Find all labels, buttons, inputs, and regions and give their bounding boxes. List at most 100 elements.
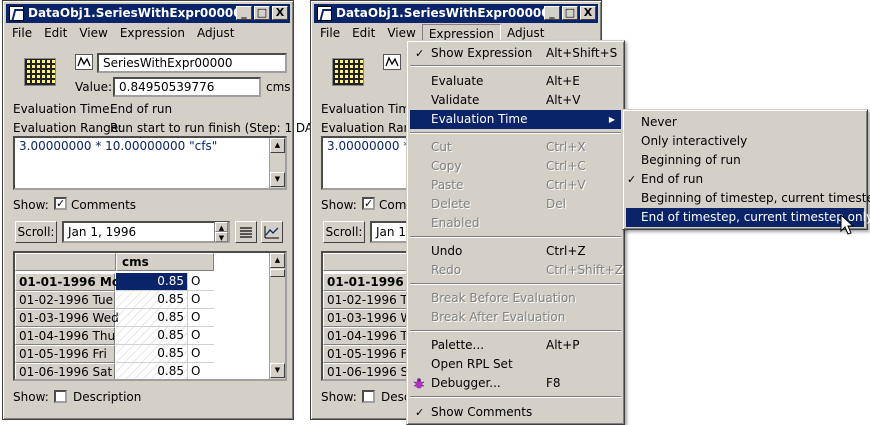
scroll-up-icon[interactable]: ▲	[270, 253, 285, 268]
menu-item-cut[interactable]: Cut Ctrl+X	[410, 138, 621, 157]
scroll-thumb[interactable]	[270, 269, 285, 277]
menu-item-paste[interactable]: Paste Ctrl+V	[410, 176, 621, 195]
menu-item-break-after[interactable]: Break After Evaluation	[410, 308, 621, 327]
column-header-cms[interactable]: cms	[116, 253, 214, 271]
menu-adjust[interactable]: Adjust	[191, 24, 241, 42]
expression-editor[interactable]: 3.00000000 * 10.00000000 "cfs"	[13, 136, 287, 190]
table-view-button[interactable]	[235, 221, 257, 243]
table-row[interactable]: 01-05-1996 Fri 0.85 O	[15, 345, 215, 363]
menu-item-show-expression[interactable]: ✓ Show Expression Alt+Shift+S	[410, 44, 621, 63]
value-field[interactable]: 0.84950539776	[113, 77, 261, 97]
menu-item-delete[interactable]: Delete Del	[410, 195, 621, 214]
maximize-button[interactable]: □	[562, 6, 578, 20]
menu-item-evaluation-time[interactable]: Evaluation Time ▶	[410, 110, 621, 129]
menu-item-enabled[interactable]: Enabled	[410, 214, 621, 233]
menu-item-copy[interactable]: Copy Ctrl+C	[410, 157, 621, 176]
table-row[interactable]: 01-04-1996 Thu 0.85 O	[15, 327, 215, 345]
description-checkbox[interactable]	[362, 390, 375, 403]
eval-range-value: Run start to run finish (Step: 1 DAY)	[110, 121, 325, 135]
close-button[interactable]: X	[580, 6, 596, 20]
menu-separator	[410, 396, 621, 398]
date-spinner[interactable]: ▲ ▼	[214, 222, 228, 242]
menu-item-show-comments[interactable]: ✓ Show Comments	[410, 403, 621, 422]
expression-scrollbar[interactable]: ▲ ▼	[269, 138, 285, 188]
submenu-item-end-of-run[interactable]: ✓ End of run	[626, 170, 864, 189]
plot-icon	[264, 226, 279, 239]
scroll-down-icon[interactable]: ▼	[270, 363, 285, 378]
table-row[interactable]: 01-03-1996 Wed 0.85 O	[15, 309, 215, 327]
submenu-item-end-of-timestep[interactable]: End of timestep, current timestep only	[626, 208, 870, 227]
eval-time-label: Evaluation Time:	[13, 102, 114, 116]
show-label: Show:	[321, 198, 357, 212]
title-bar[interactable]: DataObj1.SeriesWithExpr00000 _ □ X	[314, 4, 598, 23]
menu-expression[interactable]: Expression	[114, 24, 191, 42]
table-row[interactable]: 01-02-1996 Tue 0.85 O	[15, 291, 215, 309]
scroll-button[interactable]: Scroll:	[323, 221, 365, 243]
menu-file[interactable]: File	[314, 24, 346, 42]
menu-item-open-rpl-set[interactable]: Open RPL Set	[410, 355, 621, 374]
scroll-date-field[interactable]: Jan 1, 1996	[62, 221, 230, 243]
table-row[interactable]: 01-01-1996 Mon 0.85 O	[15, 273, 215, 291]
scroll-up-icon[interactable]: ▲	[270, 138, 285, 153]
series-slot-icon	[328, 55, 368, 93]
scroll-button[interactable]: Scroll:	[15, 221, 57, 243]
list-icon	[240, 227, 252, 238]
submenu-item-beginning-of-run[interactable]: Beginning of run	[626, 151, 864, 170]
comments-checkbox[interactable]: ✓	[54, 197, 67, 210]
row-value[interactable]: 0.85	[116, 291, 187, 309]
menu-item-undo[interactable]: Undo Ctrl+Z	[410, 242, 621, 261]
menu-item-palette[interactable]: Palette... Alt+P	[410, 336, 621, 355]
expression-slot-icon	[383, 54, 401, 70]
window-title: DataObj1.SeriesWithExpr00000	[336, 6, 550, 20]
slot-name-field[interactable]: SeriesWithExpr00000	[97, 53, 287, 73]
spin-down-icon[interactable]: ▼	[215, 232, 228, 242]
row-value[interactable]: 0.85	[116, 273, 187, 291]
show-label-bottom: Show:	[321, 390, 357, 404]
menu-item-debugger[interactable]: Debugger... F8	[410, 374, 621, 393]
row-value[interactable]: 0.85	[116, 345, 187, 363]
row-date: 01-06-1996 Sat	[15, 363, 115, 379]
comments-checkbox[interactable]: ✓	[362, 197, 375, 210]
row-flag: O	[187, 327, 214, 345]
bug-icon	[413, 378, 425, 389]
show-label: Show:	[13, 198, 49, 212]
menu-item-redo[interactable]: Redo Ctrl+Shift+Z	[410, 261, 623, 280]
menu-edit[interactable]: Edit	[346, 24, 381, 42]
plot-view-button[interactable]	[261, 221, 283, 243]
minimize-button[interactable]: _	[236, 6, 252, 20]
eval-time-value: End of run	[110, 102, 173, 116]
show-label-bottom: Show:	[13, 390, 49, 404]
minimize-button[interactable]: _	[544, 6, 560, 20]
row-value[interactable]: 0.85	[116, 309, 187, 327]
maximize-button[interactable]: □	[254, 6, 270, 20]
submenu-arrow-icon: ▶	[608, 115, 615, 124]
close-button[interactable]: X	[272, 6, 288, 20]
title-bar[interactable]: DataObj1.SeriesWithExpr00000 _ □ X	[6, 4, 290, 23]
menu-separator	[410, 132, 621, 134]
value-label: Value:	[75, 80, 112, 94]
app-icon	[317, 6, 332, 21]
row-value[interactable]: 0.85	[116, 327, 187, 345]
menu-item-evaluate[interactable]: Evaluate Alt+E	[410, 72, 621, 91]
table-scrollbar[interactable]: ▲ ▼	[269, 253, 285, 379]
spin-up-icon[interactable]: ▲	[215, 222, 228, 232]
submenu-item-only-interactively[interactable]: Only interactively	[626, 132, 864, 151]
menu-view[interactable]: View	[73, 24, 113, 42]
series-table: cms 01-01-1996 Mon 0.85 O 01-02-1996 Tue…	[13, 251, 287, 381]
scroll-down-icon[interactable]: ▼	[270, 172, 285, 187]
submenu-item-never[interactable]: Never	[626, 113, 864, 132]
table-corner	[15, 253, 116, 271]
row-date: 01-01-1996 Mon	[15, 273, 129, 291]
row-flag: O	[187, 309, 214, 327]
menu-separator	[410, 65, 621, 67]
menu-item-break-before[interactable]: Break Before Evaluation	[410, 289, 621, 308]
scroll-date-field[interactable]: Jan 1, 1996	[370, 221, 410, 243]
submenu-item-beginning-of-timestep[interactable]: Beginning of timestep, current timestep …	[626, 189, 870, 208]
menu-edit[interactable]: Edit	[38, 24, 73, 42]
menu-file[interactable]: File	[6, 24, 38, 42]
row-value[interactable]: 0.85	[116, 363, 187, 379]
slot-window-left: DataObj1.SeriesWithExpr00000 _ □ X File …	[2, 0, 324, 420]
description-checkbox[interactable]	[54, 390, 67, 403]
menu-item-validate[interactable]: Validate Alt+V	[410, 91, 621, 110]
table-row[interactable]: 01-06-1996 Sat 0.85 O	[15, 363, 215, 379]
